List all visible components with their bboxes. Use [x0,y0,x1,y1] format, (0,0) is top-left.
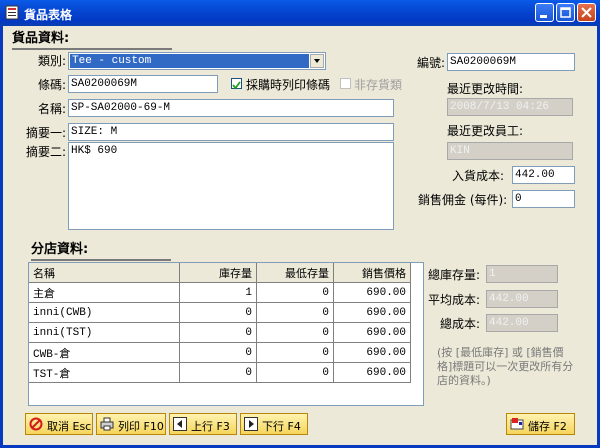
col-header-stock[interactable]: 庫存量 [179,263,257,283]
table-row[interactable]: TST-倉 0 0 690.00 [29,362,411,383]
cell-price[interactable]: 690.00 [333,302,411,323]
table-row[interactable]: CWB-倉 0 0 690.00 [29,342,411,363]
branch-section-title: 分店資料: [31,242,89,257]
cell-name[interactable]: 主倉 [29,282,180,303]
arrow-right-icon [244,417,258,431]
last-staff-field: KIN [447,142,573,160]
cost-field[interactable]: 442.00 [512,166,575,184]
table-row[interactable]: inni(TST) 0 0 690.00 [29,322,411,343]
next-button[interactable]: 下行 F4 [240,413,308,435]
maximize-button[interactable] [556,3,575,22]
cell-min-stock[interactable]: 0 [256,322,334,343]
non-stock-label: 非存貨類 [354,78,403,92]
col-header-price[interactable]: 銷售價格 [333,263,411,283]
save-icon [510,418,524,430]
heading-underline [31,259,171,261]
cell-price[interactable]: 690.00 [333,342,411,363]
summary2-textarea[interactable]: HK$ 690 [68,142,394,230]
minimize-button[interactable] [535,3,554,22]
save-button[interactable]: 儲存 F2 [506,413,575,435]
title-bar[interactable]: 貨品表格 [0,0,600,26]
app-icon [5,5,19,20]
arrow-left-icon [173,417,187,431]
minimize-icon [540,15,547,18]
code-label: 編號: [417,56,446,70]
summary2-label: 摘要二: [26,145,67,159]
cell-stock[interactable]: 0 [179,302,257,323]
name-field[interactable]: SP-SA02000-69-M [68,99,394,117]
total-stock-label: 總庫存量: [428,268,481,282]
cell-min-stock[interactable]: 0 [256,302,334,323]
print-button[interactable]: 列印 F10 [96,413,166,435]
cell-stock[interactable]: 0 [179,342,257,363]
total-stock-field: 1 [486,265,558,283]
table-row[interactable]: 主倉 1 0 690.00 [29,282,411,303]
category-select[interactable]: Tee - custom [68,52,326,70]
close-button[interactable] [577,3,596,22]
branch-grid: 名稱 庫存量 最低存量 銷售價格 主倉 1 0 690.00 inni(CWB)… [29,263,411,383]
branch-section-heading: 分店資料: [31,238,171,261]
cell-price[interactable]: 690.00 [333,322,411,343]
summary1-field[interactable]: SIZE: M [68,123,394,141]
summary1-label: 摘要一: [26,126,67,140]
code-field[interactable]: SA0200069M [447,53,575,71]
barcode-field[interactable]: SA0200069M [68,75,218,93]
cell-name[interactable]: CWB-倉 [29,342,180,363]
category-label: 類別: [38,54,67,68]
cell-stock[interactable]: 0 [179,362,257,383]
heading-underline [12,48,172,50]
hint-note: (按 [最低庫存] 或 [銷售價格]標題可以一次更改所有分店的資料。) [437,346,574,387]
product-form-window: 貨品表格 貨品資料: 類別: Tee - custom 條碼: SA020006… [0,0,600,448]
next-label: 下行 F4 [262,420,301,433]
barcode-label: 條碼: [38,78,67,92]
prev-label: 上行 F3 [191,420,230,433]
cell-price[interactable]: 690.00 [333,362,411,383]
col-header-min-stock[interactable]: 最低存量 [256,263,334,283]
product-section-heading: 貨品資料: [12,27,172,50]
avg-cost-label: 平均成本: [428,293,481,307]
cell-min-stock[interactable]: 0 [256,362,334,383]
prev-button[interactable]: 上行 F3 [169,413,237,435]
avg-cost-field: 442.00 [486,290,558,308]
cell-name[interactable]: inni(CWB) [29,302,180,323]
cancel-icon [29,417,43,431]
total-cost-field: 442.00 [486,314,558,332]
table-header-row: 名稱 庫存量 最低存量 銷售價格 [29,263,411,283]
table-row[interactable]: inni(CWB) 0 0 690.00 [29,302,411,323]
commission-label: 銷售佣金 (每件): [418,193,508,207]
printer-icon [100,417,114,431]
commission-field[interactable]: 0 [512,190,575,208]
name-label: 名稱: [38,102,67,116]
cell-stock[interactable]: 0 [179,322,257,343]
chevron-down-icon[interactable] [310,54,324,68]
save-label: 儲存 F2 [528,420,567,433]
cost-label: 入貨成本: [452,169,505,183]
cancel-button[interactable]: 取消 Esc [25,413,93,435]
cell-min-stock[interactable]: 0 [256,282,334,303]
cell-name[interactable]: TST-倉 [29,362,180,383]
col-header-name[interactable]: 名稱 [29,263,180,283]
cancel-label: 取消 Esc [47,420,92,433]
maximize-icon [560,7,571,18]
category-value: Tee - custom [70,54,309,68]
non-stock-checkbox[interactable] [340,78,351,89]
product-section-title: 貨品資料: [12,31,70,46]
print-barcode-label: 採購時列印條碼 [246,78,331,92]
cell-stock[interactable]: 1 [179,282,257,303]
cell-name[interactable]: inni(TST) [29,322,180,343]
branch-table[interactable]: 名稱 庫存量 最低存量 銷售價格 主倉 1 0 690.00 inni(CWB)… [28,262,424,406]
last-modified-label: 最近更改時間: [447,82,524,96]
checkmark-icon [232,81,241,90]
close-icon [581,7,592,18]
cell-min-stock[interactable]: 0 [256,342,334,363]
total-cost-label: 總成本: [440,317,481,331]
last-staff-label: 最近更改員工: [447,124,524,138]
last-modified-field: 2008/7/13 04:26 [447,98,573,116]
cell-price[interactable]: 690.00 [333,282,411,303]
print-label: 列印 F10 [118,420,164,433]
window-title: 貨品表格 [24,8,73,22]
print-barcode-checkbox[interactable] [231,78,242,90]
